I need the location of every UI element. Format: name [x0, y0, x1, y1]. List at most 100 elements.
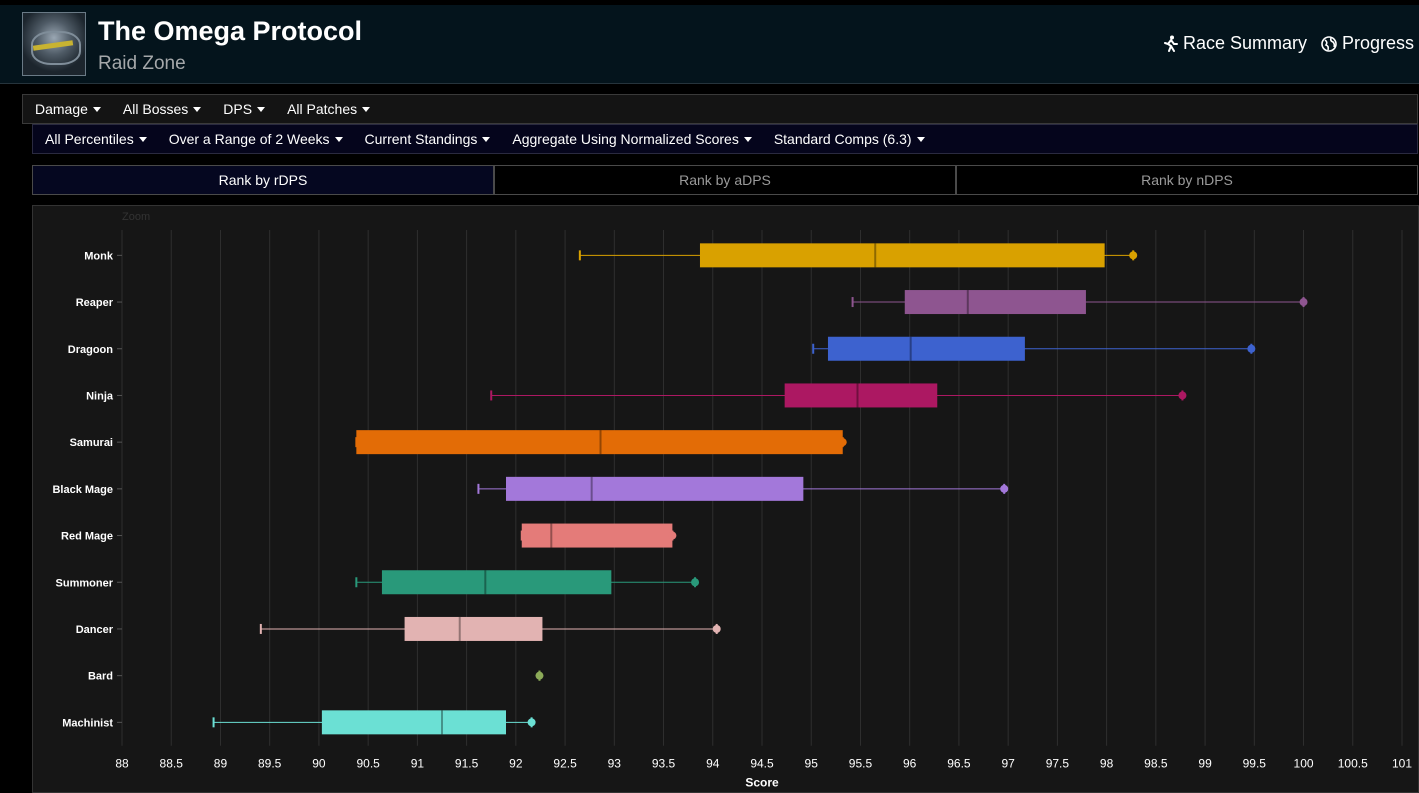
boxplot-chart: 88 88.5 89 89.5 90 90.5 91 91.5 92 92.5 93 93.5 94 94… [52, 230, 1412, 790]
page-subtitle: Raid Zone [98, 53, 186, 74]
caret-down-icon [362, 106, 371, 112]
metric-dropdown[interactable]: Damage [35, 101, 101, 117]
x-tick-label: 94.5 [750, 757, 774, 771]
progress-link[interactable]: Progress [1321, 33, 1414, 54]
metric-dropdown-label: Damage [35, 101, 88, 117]
race-summary-link[interactable]: Race Summary [1163, 33, 1307, 54]
y-category-label: Black Mage [52, 484, 113, 496]
box [404, 616, 543, 641]
aggregate-dropdown-label: Aggregate Using Normalized Scores [512, 131, 739, 147]
x-tick-label: 89 [214, 757, 228, 771]
y-category-label: Bard [88, 671, 113, 683]
box [521, 523, 673, 548]
x-tick-label: 92.5 [553, 757, 577, 771]
y-category-label: Red Mage [61, 531, 113, 543]
progress-label: Progress [1342, 33, 1415, 53]
tab-rank-rdps[interactable]: Rank by rDPS [32, 165, 494, 195]
caret-down-icon [482, 136, 491, 142]
data-point [1129, 251, 1138, 260]
y-category-label: Summoner [56, 577, 114, 589]
rank-tabs: Rank by rDPS Rank by aDPS Rank by nDPS [32, 165, 1418, 195]
box [827, 336, 1025, 361]
x-tick-label: 93.5 [652, 757, 676, 771]
x-axis-label: Score [745, 776, 779, 790]
x-tick-label: 98.5 [1144, 757, 1168, 771]
y-category-label: Machinist [62, 717, 113, 729]
comps-dropdown[interactable]: Standard Comps (6.3) [774, 131, 925, 147]
caret-down-icon [193, 106, 202, 112]
x-tick-label: 100 [1294, 757, 1314, 771]
x-tick-label: 90 [312, 757, 326, 771]
box [506, 476, 804, 501]
y-category-label: Ninja [86, 390, 114, 402]
caret-down-icon [916, 136, 925, 142]
boss-dropdown[interactable]: All Bosses [122, 101, 202, 117]
patch-dropdown[interactable]: All Patches [287, 101, 371, 117]
data-point [691, 578, 700, 587]
data-point [535, 671, 544, 680]
role-dropdown[interactable]: DPS [223, 101, 266, 117]
box [699, 243, 1105, 268]
box [321, 710, 506, 735]
x-tick-label: 90.5 [356, 757, 380, 771]
x-tick-label: 99.5 [1243, 757, 1267, 771]
tab-rank-adps[interactable]: Rank by aDPS [494, 165, 956, 195]
x-tick-label: 92 [509, 757, 523, 771]
globe-icon [1321, 35, 1337, 52]
chart-panel: Zoom 88 88.5 89 89.5 90 90.5 91 91.5 92 92.5 93 93.… [32, 205, 1419, 793]
y-category-label: Monk [84, 250, 114, 262]
data-point [1247, 344, 1256, 353]
running-person-icon [1164, 35, 1178, 52]
x-tick-label: 96.5 [947, 757, 971, 771]
data-point [1000, 484, 1009, 493]
percentile-dropdown-label: All Percentiles [45, 131, 134, 147]
x-tick-label: 100.5 [1338, 757, 1368, 771]
data-point [527, 718, 536, 727]
x-tick-label: 101 [1392, 757, 1412, 771]
zone-icon [22, 12, 86, 76]
caret-down-icon [743, 136, 752, 142]
data-point [712, 624, 721, 633]
x-tick-label: 93 [608, 757, 622, 771]
x-tick-label: 97 [1001, 757, 1015, 771]
y-category-label: Dancer [76, 624, 114, 636]
page-header: The Omega Protocol Raid Zone Race Summar… [0, 0, 1419, 84]
x-tick-label: 89.5 [258, 757, 282, 771]
x-tick-label: 97.5 [1046, 757, 1070, 771]
primary-filter-bar: Damage All Bosses DPS All Patches [22, 94, 1418, 124]
x-tick-label: 95 [805, 757, 819, 771]
patch-dropdown-label: All Patches [287, 101, 358, 117]
data-point [1178, 391, 1187, 400]
x-tick-label: 96 [903, 757, 917, 771]
x-tick-label: 94 [706, 757, 720, 771]
x-tick-label: 88 [115, 757, 129, 771]
box [784, 383, 938, 408]
standings-dropdown-label: Current Standings [364, 131, 478, 147]
caret-down-icon [334, 136, 343, 142]
secondary-filter-bar: All Percentiles Over a Range of 2 Weeks … [32, 124, 1418, 154]
y-category-label: Samurai [70, 437, 113, 449]
percentile-dropdown[interactable]: All Percentiles [45, 131, 147, 147]
x-tick-label: 99 [1198, 757, 1212, 771]
caret-down-icon [92, 106, 101, 112]
boss-dropdown-label: All Bosses [122, 101, 189, 117]
header-top-strip [0, 0, 1419, 5]
box [904, 290, 1086, 315]
page-title: The Omega Protocol [98, 16, 363, 46]
aggregate-dropdown[interactable]: Aggregate Using Normalized Scores [512, 131, 752, 147]
x-tick-label: 91.5 [455, 757, 479, 771]
y-category-label: Reaper [76, 297, 114, 309]
role-dropdown-label: DPS [223, 101, 253, 117]
standings-dropdown[interactable]: Current Standings [365, 131, 491, 147]
box [381, 570, 612, 595]
y-category-label: Dragoon [68, 344, 114, 356]
caret-down-icon [138, 136, 147, 142]
x-tick-label: 95.5 [849, 757, 873, 771]
data-point [1299, 298, 1308, 307]
comps-dropdown-label: Standard Comps (6.3) [773, 131, 912, 147]
race-summary-label: Race Summary [1183, 33, 1308, 53]
x-tick-label: 88.5 [160, 757, 184, 771]
timeframe-dropdown[interactable]: Over a Range of 2 Weeks [169, 131, 343, 147]
tab-rank-ndps[interactable]: Rank by nDPS [956, 165, 1418, 195]
caret-down-icon [257, 106, 266, 112]
